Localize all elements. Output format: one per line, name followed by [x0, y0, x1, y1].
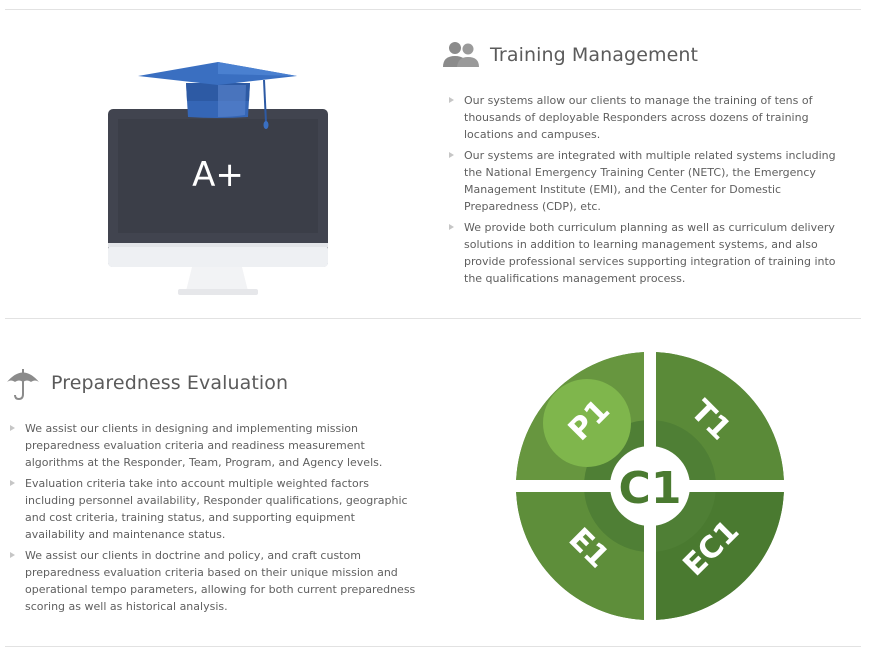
- list-item: Our systems are integrated with multiple…: [447, 147, 857, 215]
- training-title: Training Management: [490, 44, 699, 66]
- center-label: C1: [619, 463, 682, 514]
- preparedness-bullet-list: We assist our clients in designing and i…: [8, 420, 418, 619]
- grade-text: A+: [192, 155, 244, 195]
- umbrella-icon: [7, 369, 39, 401]
- preparedness-title: Preparedness Evaluation: [51, 372, 289, 394]
- training-bullet-list: Our systems allow our clients to manage …: [447, 92, 857, 291]
- monitor-chin: [108, 245, 328, 267]
- top-divider: [5, 9, 861, 10]
- training-heading: Training Management: [441, 40, 698, 70]
- list-item: Our systems allow our clients to manage …: [447, 92, 857, 143]
- preparedness-heading: Preparedness Evaluation: [5, 365, 288, 401]
- bottom-divider: [5, 646, 861, 647]
- section-divider: [5, 318, 861, 319]
- monitor-base: [178, 289, 258, 295]
- monitor-illustration: A+: [108, 62, 328, 295]
- readiness-wheel: C1 P1 T1 E1 EC1: [514, 350, 786, 622]
- list-item: Evaluation criteria take into account mu…: [8, 475, 418, 543]
- list-item: We assist our clients in doctrine and po…: [8, 547, 418, 615]
- list-item: We provide both curriculum planning as w…: [447, 219, 857, 287]
- list-item: We assist our clients in designing and i…: [8, 420, 418, 471]
- monitor-stand: [186, 267, 248, 291]
- users-icon: [443, 42, 479, 67]
